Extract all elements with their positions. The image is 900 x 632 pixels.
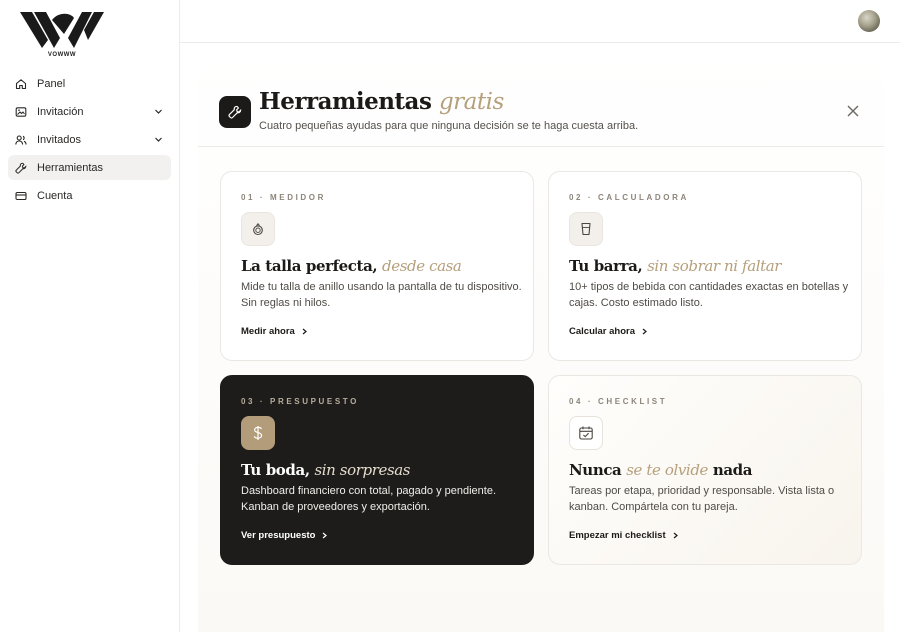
card-title-bold: Tu boda, xyxy=(241,461,310,479)
sidebar-item-label: Cuenta xyxy=(37,189,73,202)
ver-presupuesto-link[interactable]: Ver presupuesto xyxy=(241,530,328,541)
card-description: Tareas por etapa, prioridad y responsabl… xyxy=(569,485,835,513)
card-title-bold: Tu barra, xyxy=(569,257,643,275)
chevron-right-icon xyxy=(672,532,679,539)
tools-icon xyxy=(15,162,27,174)
sidebar-item-panel[interactable]: Panel xyxy=(8,71,171,96)
card-description: 10+ tipos de bebida con cantidades exact… xyxy=(569,281,849,309)
chevron-right-icon xyxy=(301,328,308,335)
tool-card-calculadora[interactable]: 02 · CALCULADORA Tu barra, sin sobrar ni… xyxy=(548,171,862,361)
close-icon[interactable] xyxy=(846,104,860,118)
invitation-icon xyxy=(15,106,27,118)
cta-label: Medir ahora xyxy=(241,326,295,337)
users-icon xyxy=(15,134,27,146)
card-eyebrow: 03 · PRESUPUESTO xyxy=(241,397,359,406)
card-title-italic: sin sobrar ni faltar xyxy=(647,257,782,275)
panel-header: Herramientas gratis Cuatro pequeñas ayud… xyxy=(198,43,884,147)
app-root: VOWWW Panel Invitación Invitados Herrami… xyxy=(0,0,900,632)
card-eyebrow: 02 · CALCULADORA xyxy=(569,193,689,202)
card-icon xyxy=(15,190,27,202)
card-title-italic: desde casa xyxy=(382,257,462,275)
sidebar-item-invitacion[interactable]: Invitación xyxy=(8,99,171,124)
calendar-check-icon xyxy=(569,416,603,450)
card-title: La talla perfecta, desde casa xyxy=(241,257,462,275)
dollar-icon xyxy=(241,416,275,450)
sidebar-item-herramientas[interactable]: Herramientas xyxy=(8,155,171,180)
sidebar-item-label: Panel xyxy=(37,77,66,90)
chevron-down-icon[interactable] xyxy=(154,107,163,116)
card-eyebrow: 01 · MEDIDOR xyxy=(241,193,326,202)
tools-icon xyxy=(219,96,251,128)
home-icon xyxy=(15,78,27,90)
empezar-checklist-link[interactable]: Empezar mi checklist xyxy=(569,530,679,541)
card-title: Tu boda, sin sorpresas xyxy=(241,461,410,479)
card-eyebrow: 04 · CHECKLIST xyxy=(569,397,668,406)
top-bar xyxy=(180,0,900,43)
page-title: Herramientas gratis xyxy=(259,88,504,115)
card-title-bold-after: nada xyxy=(712,461,753,479)
page-title-accent: gratis xyxy=(438,89,504,115)
card-title: Tu barra, sin sobrar ni faltar xyxy=(569,257,781,275)
sidebar-item-label: Invitados xyxy=(37,133,82,146)
card-title-italic: se te olvide xyxy=(626,461,709,479)
tool-card-medidor[interactable]: 01 · MEDIDOR La talla perfecta, desde ca… xyxy=(220,171,534,361)
medir-ahora-link[interactable]: Medir ahora xyxy=(241,326,308,337)
ring-icon xyxy=(241,212,275,246)
cta-label: Calcular ahora xyxy=(569,326,635,337)
page-title-main: Herramientas xyxy=(259,88,432,115)
tool-card-presupuesto[interactable]: 03 · PRESUPUESTO Tu boda, sin sorpresas … xyxy=(220,375,534,565)
sidebar: VOWWW Panel Invitación Invitados Herrami… xyxy=(0,0,180,632)
page-subtitle: Cuatro pequeñas ayudas para que ninguna … xyxy=(259,120,639,132)
card-title-bold: Nunca xyxy=(569,461,622,479)
cta-label: Ver presupuesto xyxy=(241,530,316,541)
chevron-right-icon xyxy=(321,532,328,539)
card-description: Mide tu talla de anillo usando la pantal… xyxy=(241,281,522,309)
tool-card-checklist[interactable]: 04 · CHECKLIST Nunca se te olvide nada T… xyxy=(548,375,862,565)
tools-panel: Herramientas gratis Cuatro pequeñas ayud… xyxy=(198,43,884,632)
sidebar-item-cuenta[interactable]: Cuenta xyxy=(8,183,171,208)
card-title-bold: La talla perfecta, xyxy=(241,257,378,275)
brand-logo[interactable]: VOWWW xyxy=(18,10,106,64)
cta-label: Empezar mi checklist xyxy=(569,530,666,541)
calcular-ahora-link[interactable]: Calcular ahora xyxy=(569,326,648,337)
glass-icon xyxy=(569,212,603,246)
sidebar-item-label: Invitación xyxy=(37,105,84,118)
avatar[interactable] xyxy=(858,10,880,32)
sidebar-item-invitados[interactable]: Invitados xyxy=(8,127,171,152)
card-title: Nunca se te olvide nada xyxy=(569,461,752,479)
chevron-down-icon[interactable] xyxy=(154,135,163,144)
sidebar-item-label: Herramientas xyxy=(37,161,104,174)
sidebar-nav: Panel Invitación Invitados Herramientas … xyxy=(8,71,171,211)
brand-logo-text: VOWWW xyxy=(47,52,77,58)
logo-mark-icon xyxy=(20,12,104,48)
card-description: Dashboard financiero con total, pagado y… xyxy=(241,485,497,513)
chevron-right-icon xyxy=(641,328,648,335)
card-title-italic: sin sorpresas xyxy=(314,461,411,479)
